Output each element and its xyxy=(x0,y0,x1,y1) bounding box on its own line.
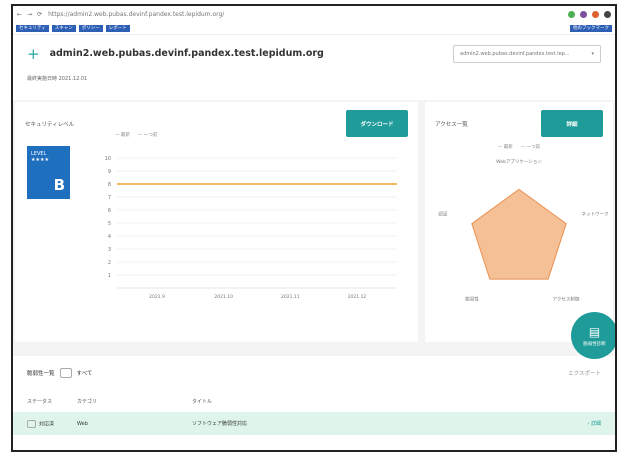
bookmark-item[interactable]: レポート xyxy=(105,24,130,32)
export-link[interactable]: エクスポート xyxy=(568,369,601,377)
forward-icon[interactable]: → xyxy=(27,11,32,18)
radar-axis-label: 認証 xyxy=(438,211,447,218)
radar-legend: — 最新 — 一つ前 xyxy=(425,144,613,150)
y-tick-label: 3 xyxy=(108,247,111,253)
dashboard-content: セキュリティレベル ダウンロード LEVEL ★★★★ B — 最新 — 一つ前… xyxy=(13,100,615,450)
chevron-down-icon: ▾ xyxy=(591,50,594,57)
last-scan-date: 最終実施日時 2021.12.01 xyxy=(27,76,88,82)
row-category: Web xyxy=(77,420,88,427)
extension-icon[interactable] xyxy=(592,10,599,18)
download-button[interactable]: ダウンロード xyxy=(346,110,408,137)
y-tick-label: 9 xyxy=(108,169,111,175)
radar-axis-label: Webアプリケーション xyxy=(496,158,542,165)
y-tick-label: 8 xyxy=(108,182,111,188)
x-tick-label: 2021.9 xyxy=(149,294,165,300)
legend-item: — 一つ前 xyxy=(137,133,158,138)
line-legend: — 最新 — 一つ前 xyxy=(115,132,157,138)
y-tick-label: 1 xyxy=(108,273,111,279)
y-tick-label: 4 xyxy=(108,234,111,240)
reload-icon[interactable]: ⟳ xyxy=(37,11,42,18)
x-tick-label: 2021.10 xyxy=(214,294,233,300)
y-tick-label: 5 xyxy=(108,221,111,227)
detail-button[interactable]: 詳細 xyxy=(541,110,603,137)
security-card-title: セキュリティレベル xyxy=(25,121,75,128)
extension-icon[interactable] xyxy=(568,10,575,18)
host-selector[interactable]: admin2.web.pubas.devinf.pandex.test.lep.… xyxy=(453,44,601,63)
address-bar[interactable]: https://admin2.web.pubas.devinf.pandex.t… xyxy=(48,11,568,18)
radar-axis-label: ネットワーク xyxy=(582,212,609,218)
radar-axis-label: 脆弱性 xyxy=(465,295,479,302)
y-tick-label: 10 xyxy=(105,156,111,162)
fab-label: 脆弱性診断 xyxy=(583,341,606,347)
y-tick-label: 2 xyxy=(108,260,111,266)
bookmark-item[interactable]: ポリシー xyxy=(78,24,103,32)
browser-toolbar: ← → ⟳ https://admin2.web.pubas.devinf.pa… xyxy=(13,6,615,22)
list-header: 脆弱性一覧 xyxy=(27,371,55,377)
vulnerability-list: 脆弱性一覧 すべて エクスポート ステータス カテゴリ タイトル 対応済 Web… xyxy=(13,356,615,450)
level-grade: B xyxy=(53,176,65,194)
browser-window: ← → ⟳ https://admin2.web.pubas.devinf.pa… xyxy=(11,4,617,452)
document-icon: ▤ xyxy=(588,324,601,339)
level-badge: LEVEL ★★★★ B xyxy=(27,146,70,199)
column-header[interactable]: ステータス xyxy=(27,398,77,405)
host-selector-value: admin2.web.pubas.devinf.pandex.test.lep.… xyxy=(460,50,570,57)
app-header: + admin2.web.pubas.devinf.pandex.test.le… xyxy=(13,34,615,72)
row-checkbox[interactable] xyxy=(27,419,36,428)
row-detail-link[interactable]: › 詳細 xyxy=(587,420,601,427)
legend-item: — 最新 xyxy=(115,133,130,138)
table-row[interactable]: 対応済 Web ソフトウェア脆弱性対応 › 詳細 xyxy=(13,412,615,435)
column-header[interactable]: カテゴリ xyxy=(77,398,192,405)
row-title: ソフトウェア脆弱性対応 xyxy=(192,421,248,427)
radar-card: アクセス一覧 詳細 — 最新 — 一つ前 Webアプリケーションネットワークアク… xyxy=(425,102,613,342)
add-icon[interactable]: + xyxy=(27,45,40,63)
row-status: 対応済 xyxy=(27,419,77,428)
back-icon[interactable]: ← xyxy=(17,11,22,18)
bookmark-item[interactable]: スキャン xyxy=(51,24,76,32)
y-tick-label: 7 xyxy=(108,195,111,201)
security-level-card: セキュリティレベル ダウンロード LEVEL ★★★★ B — 最新 — 一つ前… xyxy=(15,102,418,342)
extension-icon[interactable] xyxy=(580,10,587,18)
radar-chart: Webアプリケーションネットワークアクセス制御 脆弱性 認証 xyxy=(438,158,609,302)
filter-checkbox[interactable] xyxy=(59,368,72,378)
security-line-chart: 1 2 3 4 5 6 7 8 9 10 2021.9 2021.10 2021.11 2021.12 xyxy=(105,156,397,300)
y-tick-label: 6 xyxy=(108,208,111,214)
legend-item: — 最新 xyxy=(497,145,513,150)
page-title: admin2.web.pubas.devinf.pandex.test.lepi… xyxy=(49,48,324,59)
level-stars: ★★★★ xyxy=(31,157,49,163)
bookmark-item[interactable]: セキュリティ xyxy=(16,24,49,32)
column-header[interactable]: タイトル xyxy=(192,398,601,405)
x-tick-label: 2021.11 xyxy=(281,294,300,300)
profile-avatar[interactable] xyxy=(604,10,611,18)
diagnosis-fab[interactable]: ▤ 脆弱性診断 xyxy=(571,312,615,359)
radar-area xyxy=(471,188,567,280)
radar-axis-label: アクセス制御 xyxy=(553,295,580,302)
legend-item: — 一つ前 xyxy=(520,145,541,150)
radar-card-title: アクセス一覧 xyxy=(435,121,468,128)
bookmark-item[interactable]: 他のブックマーク xyxy=(570,24,612,32)
filter-label: すべて xyxy=(76,371,93,377)
table-header: ステータス カテゴリ タイトル xyxy=(13,390,615,412)
bookmarks-bar: セキュリティ スキャン ポリシー レポート 他のブックマーク xyxy=(13,22,615,34)
x-tick-label: 2021.12 xyxy=(348,294,367,300)
